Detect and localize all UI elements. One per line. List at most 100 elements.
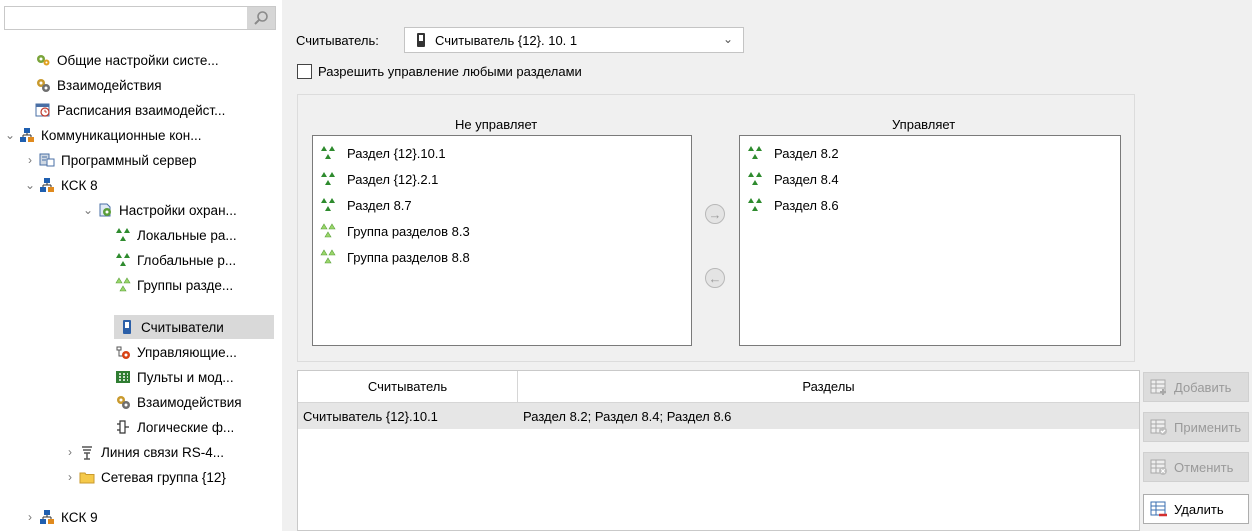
partition-group-icon	[319, 222, 337, 240]
reader-icon	[118, 318, 136, 336]
table-cell-reader: Считыватель {12}.10.1	[303, 408, 438, 424]
gears-icon	[34, 51, 52, 69]
tree-item-label: Коммуникационные кон...	[41, 127, 202, 143]
tree-item-label: Глобальные р...	[137, 252, 237, 268]
tree-item-panels-modules[interactable]: Пульты и мод...	[98, 365, 234, 389]
tree-item-label: Локальные ра...	[137, 227, 237, 243]
cancel-button[interactable]: Отменить	[1143, 452, 1249, 482]
move-left-button[interactable]: ←	[705, 268, 725, 288]
tree-item-communication-controllers[interactable]: ⌄ Коммуникационные кон...	[2, 123, 202, 147]
reader-partitions-table[interactable]: Считыватель Разделы Считыватель {12}.10.…	[297, 370, 1140, 531]
cancel-button-label: Отменить	[1174, 459, 1234, 475]
list-item[interactable]: Раздел 8.6	[746, 194, 839, 216]
add-button[interactable]: Добавить	[1143, 372, 1249, 402]
tree-item-label: Линия связи RS-4...	[101, 444, 225, 460]
allow-any-partitions-checkbox[interactable]: Разрешить управление любыми разделами	[297, 64, 582, 79]
list-item[interactable]: Группа разделов 8.8	[319, 246, 470, 268]
reader-label: Считыватель:	[296, 33, 379, 48]
chevron-down-icon: ⌄	[722, 32, 733, 46]
list-item[interactable]: Раздел {12}.2.1	[319, 168, 438, 190]
chevron-right-icon[interactable]: ›	[62, 445, 78, 459]
apply-button[interactable]: Применить	[1143, 412, 1249, 442]
list-item-label: Группа разделов 8.3	[347, 223, 470, 239]
list-item-label: Раздел 8.7	[347, 197, 412, 213]
list-item[interactable]: Раздел {12}.10.1	[319, 142, 446, 164]
chevron-right-icon[interactable]: ›	[22, 153, 38, 167]
tree-item-ksk9[interactable]: › КСК 9	[22, 505, 98, 529]
move-right-button[interactable]: →	[705, 204, 725, 224]
tree-item-general-settings[interactable]: Общие настройки систе...	[18, 48, 219, 72]
tree-item-global-partitions[interactable]: Глобальные р...	[98, 248, 236, 272]
tree-item-readers[interactable]: Считыватели	[114, 315, 274, 339]
chevron-right-icon[interactable]: ›	[22, 510, 38, 524]
list-item[interactable]: Группа разделов 8.3	[319, 220, 470, 242]
partition-icon	[319, 170, 337, 188]
tree-item-label: КСК 8	[61, 177, 98, 193]
cancel-row-icon	[1148, 456, 1170, 478]
tree-item-interactions-ksk8[interactable]: Взаимодействия	[98, 390, 242, 414]
managed-list[interactable]: Раздел 8.2 Раздел 8.4 Раздел 8.6	[739, 135, 1121, 346]
chevron-right-icon[interactable]: ›	[62, 470, 78, 484]
list-item[interactable]: Раздел 8.7	[319, 194, 412, 216]
partition-icon	[114, 226, 132, 244]
managed-header: Управляет	[892, 117, 956, 132]
chevron-down-icon[interactable]: ⌄	[2, 128, 18, 142]
checkbox-box[interactable]	[297, 64, 312, 79]
tree-item-interactions[interactable]: Взаимодействия	[18, 73, 162, 97]
tree-item-control-outputs[interactable]: Управляющие...	[98, 340, 237, 364]
folder-icon	[78, 468, 96, 486]
table-row[interactable]: Считыватель {12}.10.1 Раздел 8.2; Раздел…	[298, 403, 1139, 429]
network-devices-icon	[38, 508, 56, 526]
rs485-line-icon	[78, 443, 96, 461]
list-item-label: Группа разделов 8.8	[347, 249, 470, 265]
interaction-gears-icon	[114, 393, 132, 411]
panel-icon	[114, 368, 132, 386]
tree-item-network-group[interactable]: › Сетевая группа {12}	[62, 465, 226, 489]
arrow-right-icon: →	[708, 206, 722, 222]
column-header-partitions[interactable]: Разделы	[518, 371, 1139, 403]
tree-item-label: Пульты и мод...	[137, 369, 234, 385]
tree-item-security-settings[interactable]: ⌄ Настройки охран...	[80, 198, 237, 222]
reader-icon	[415, 32, 427, 48]
tree-item-partition-groups[interactable]: Группы разде...	[98, 273, 233, 297]
partition-icon	[319, 144, 337, 162]
tree-item-label: Управляющие...	[137, 344, 237, 360]
column-header-reader[interactable]: Считыватель	[298, 371, 518, 403]
tree-item-ksk8[interactable]: ⌄ КСК 8	[22, 173, 98, 197]
not-managed-list[interactable]: Раздел {12}.10.1 Раздел {12}.2.1 Раздел …	[312, 135, 692, 346]
control-icon	[114, 343, 132, 361]
list-item[interactable]: Раздел 8.4	[746, 168, 839, 190]
add-button-label: Добавить	[1174, 379, 1232, 395]
network-devices-icon	[18, 126, 36, 144]
tree-item-logic-functions[interactable]: Логические ф...	[98, 415, 234, 439]
partition-group-icon	[319, 248, 337, 266]
list-item-label: Раздел 8.4	[774, 171, 839, 187]
partition-icon	[746, 196, 764, 214]
chevron-down-icon[interactable]: ⌄	[80, 203, 96, 217]
schedule-icon	[34, 101, 52, 119]
reader-dropdown-value: Считыватель {12}. 10. 1	[435, 32, 578, 48]
apply-row-icon	[1148, 416, 1170, 438]
network-devices-icon	[38, 176, 56, 194]
tree-item-schedules[interactable]: Расписания взаимодейст...	[18, 98, 225, 122]
navigation-tree: Общие настройки систе... Взаимодействия …	[0, 0, 282, 531]
tree-item-rs485-line[interactable]: › Линия связи RS-4...	[62, 440, 224, 464]
list-item-label: Раздел 8.2	[774, 145, 839, 161]
delete-button[interactable]: Удалить	[1143, 494, 1249, 524]
tree-search-input[interactable]	[4, 6, 276, 30]
partition-icon	[746, 170, 764, 188]
apply-button-label: Применить	[1174, 419, 1242, 435]
chevron-down-icon[interactable]: ⌄	[22, 178, 38, 192]
logic-icon	[114, 418, 132, 436]
tree-item-software-server[interactable]: › Программный сервер	[22, 148, 196, 172]
list-item[interactable]: Раздел 8.2	[746, 142, 839, 164]
tree-item-local-partitions[interactable]: Локальные ра...	[98, 223, 237, 247]
list-item-label: Раздел {12}.10.1	[347, 145, 446, 161]
search-icon[interactable]	[247, 7, 275, 29]
reader-dropdown[interactable]: Считыватель {12}. 10. 1 ⌄	[404, 27, 744, 53]
add-row-icon	[1148, 376, 1170, 398]
interaction-gears-icon	[34, 76, 52, 94]
tree-item-label: Взаимодействия	[57, 77, 162, 93]
tree-item-label: Считыватели	[141, 319, 224, 335]
arrow-left-icon: ←	[708, 270, 722, 286]
